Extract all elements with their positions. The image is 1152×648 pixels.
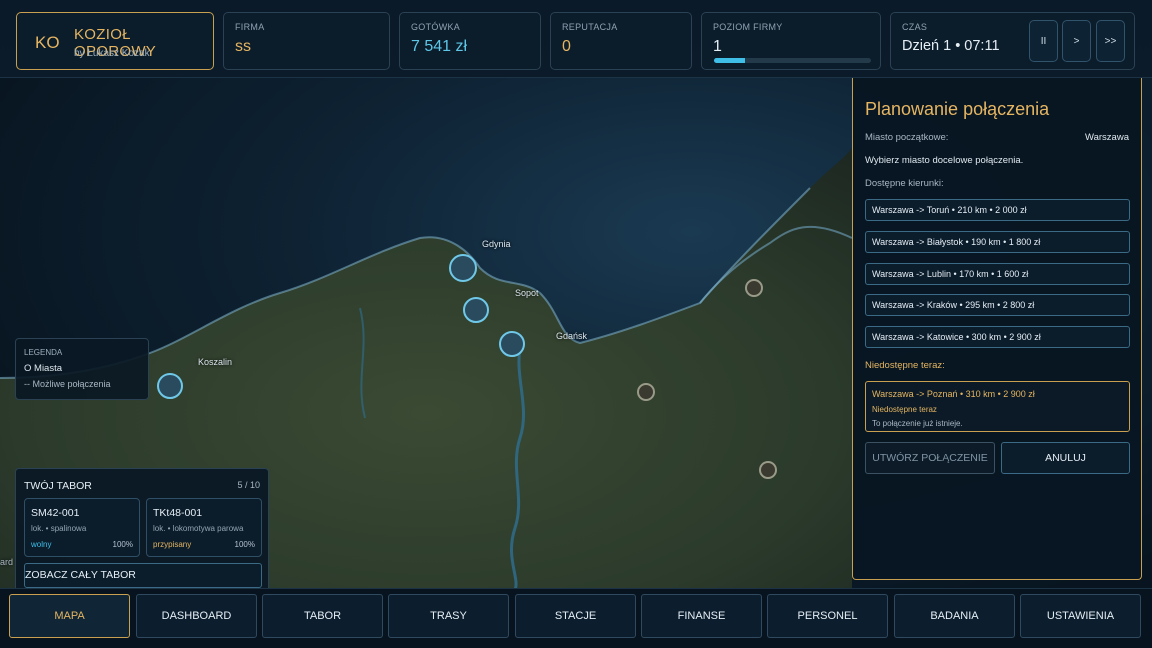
fleet-card-condition: 100% — [112, 540, 133, 549]
nav-tab-tabor[interactable]: TABOR — [262, 594, 383, 638]
level-label: POZIOM FIRMY — [713, 22, 783, 32]
planner-instruction: Wybierz miasto docelowe połączenia. — [865, 155, 1024, 166]
nav-tab-trasy[interactable]: TRASY — [388, 594, 509, 638]
fleet-panel: TWÓJ TABOR 5 / 10 SM42-001 lok. • spalin… — [15, 468, 269, 589]
city-label-koszalin: Koszalin — [198, 357, 233, 367]
fleet-card-type: lok. • lokomotywa parowa — [153, 524, 244, 533]
nav-tab-stacje[interactable]: STACJE — [515, 594, 636, 638]
map-poi-1 — [745, 279, 763, 297]
unavailable-route-text: Warszawa -> Poznań • 310 km • 2 900 zł — [872, 389, 1035, 399]
fleet-title: TWÓJ TABOR — [24, 480, 92, 492]
planner-title: Planowanie połączenia — [865, 99, 1050, 119]
map-poi-2 — [637, 383, 655, 401]
nav-tab-dashboard[interactable]: DASHBOARD — [136, 594, 257, 638]
fleet-count: 5 / 10 — [237, 480, 260, 490]
city-marker-sopot — [463, 297, 489, 323]
brand-panel: KO KOZIOŁ OPOROWY by Łukasz Kozak — [16, 12, 214, 70]
city-marker-gdynia — [449, 254, 477, 282]
brand-author: by Łukasz Kozak — [74, 48, 150, 59]
nav-tab-personel[interactable]: PERSONEL — [767, 594, 888, 638]
time-label: CZAS — [902, 22, 928, 32]
unavailable-route: Warszawa -> Poznań • 310 km • 2 900 zł N… — [865, 381, 1130, 432]
brand-initials: KO — [35, 33, 60, 52]
directions-label: Dostępne kierunki: — [865, 178, 944, 189]
level-value: 1 — [713, 38, 722, 55]
fleet-card-name: TKt48-001 — [153, 507, 203, 519]
level-progress-fill — [714, 58, 746, 63]
company-label: FIRMA — [235, 22, 265, 32]
company-value: ss — [235, 38, 251, 55]
cash-panel: GOTÓWKA 7 541 zł — [399, 12, 541, 70]
reputation-panel: REPUTACJA 0 — [550, 12, 692, 70]
fleet-card[interactable]: TKt48-001 lok. • lokomotywa parowa przyp… — [146, 498, 262, 557]
city-label-sopot: Sopot — [515, 288, 539, 298]
fleet-card[interactable]: SM42-001 lok. • spalinowa wolny 100% — [24, 498, 140, 557]
nav-tab-mapa[interactable]: MAPA — [9, 594, 130, 638]
legend-title: LEGENDA — [24, 348, 63, 357]
legend-cities: O Miasta — [24, 363, 63, 374]
create-connection-button[interactable]: UTWÓRZ POŁĄCZENIE — [865, 442, 995, 474]
reputation-value: 0 — [562, 38, 571, 55]
city-label-gdansk: Gdańsk — [556, 331, 588, 341]
unavailable-route-reason: To połączenie już istnieje. — [872, 419, 963, 428]
route-option[interactable]: Warszawa -> Kraków • 295 km • 2 800 zł — [865, 294, 1130, 316]
map-legend: LEGENDA O Miasta -- Możliwe połączenia — [15, 338, 149, 400]
city-marker-koszalin — [157, 373, 183, 399]
fleet-card-type: lok. • spalinowa — [31, 524, 87, 533]
fast-forward-button[interactable]: >> — [1096, 20, 1125, 62]
start-city-value: Warszawa — [1085, 132, 1129, 143]
unavailable-label: Niedostępne teraz: — [865, 360, 945, 371]
time-value: Dzień 1 • 07:11 — [902, 38, 1000, 54]
route-option[interactable]: Warszawa -> Białystok • 190 km • 1 800 z… — [865, 231, 1130, 253]
unavailable-route-status: Niedostępne teraz — [872, 405, 937, 414]
company-level-panel: POZIOM FIRMY 1 — [701, 12, 881, 70]
company-panel: FIRMA ss — [223, 12, 390, 70]
see-all-fleet-button[interactable]: ZOBACZ CAŁY TABOR — [24, 563, 262, 588]
map-poi-3 — [759, 461, 777, 479]
route-option[interactable]: Warszawa -> Katowice • 300 km • 2 900 zł — [865, 326, 1130, 348]
fleet-card-condition: 100% — [234, 540, 255, 549]
connection-planner-panel: Planowanie połączenia Miasto początkowe:… — [852, 78, 1142, 580]
legend-connections: -- Możliwe połączenia — [24, 379, 111, 389]
top-bar: KO KOZIOŁ OPOROWY by Łukasz Kozak FIRMA … — [0, 0, 1152, 78]
pause-button[interactable]: II — [1029, 20, 1058, 62]
nav-tab-badania[interactable]: BADANIA — [894, 594, 1015, 638]
time-panel: CZAS Dzień 1 • 07:11 II > >> — [890, 12, 1135, 70]
cash-value: 7 541 zł — [411, 38, 468, 55]
cancel-button[interactable]: ANULUJ — [1001, 442, 1130, 474]
start-city-label: Miasto początkowe: — [865, 132, 949, 143]
bottom-nav: MAPA DASHBOARD TABOR TRASY STACJE FINANS… — [0, 588, 1152, 648]
route-option[interactable]: Warszawa -> Lublin • 170 km • 1 600 zł — [865, 263, 1130, 285]
level-progress-bar — [714, 58, 871, 63]
city-marker-gdansk — [499, 331, 525, 357]
reputation-label: REPUTACJA — [562, 22, 618, 32]
fleet-card-status: przypisany — [153, 540, 192, 549]
route-option[interactable]: Warszawa -> Toruń • 210 km • 2 000 zł — [865, 199, 1130, 221]
nav-tab-ustawienia[interactable]: USTAWIENIA — [1020, 594, 1141, 638]
nav-tab-finanse[interactable]: FINANSE — [641, 594, 762, 638]
cash-label: GOTÓWKA — [411, 22, 461, 32]
city-label-gdynia: Gdynia — [482, 239, 511, 249]
map-edge-label: ard — [0, 557, 14, 567]
play-button[interactable]: > — [1062, 20, 1091, 62]
fleet-card-name: SM42-001 — [31, 507, 80, 519]
fleet-card-status: wolny — [31, 540, 52, 549]
